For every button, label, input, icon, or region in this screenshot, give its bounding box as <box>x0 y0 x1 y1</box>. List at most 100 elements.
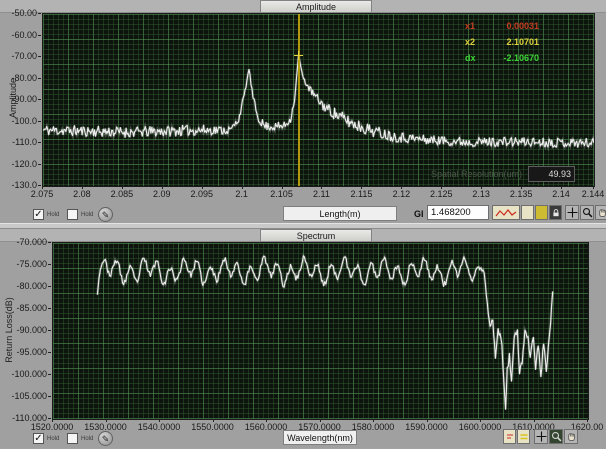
y-tick-mark <box>48 396 51 397</box>
y-tick-label: -60.00 <box>11 30 37 40</box>
x-tick-label: 2.095 <box>190 189 213 199</box>
y-tick-mark <box>48 286 51 287</box>
y-tick-label: -80.000 <box>16 281 47 291</box>
plot-visibility-checkbox[interactable] <box>67 209 78 220</box>
x-tick-label: 2.085 <box>111 189 134 199</box>
y-tick-mark <box>38 142 41 143</box>
cursor-legend: x1 0.00031 x2 2.10701 dx -2.10670 <box>465 18 539 66</box>
x-tick-label: 2.125 <box>430 189 453 199</box>
checkbox-label: Hold <box>47 436 59 442</box>
spectrum-graph-panel: Spectrum Return Loss(dB) -70.000-75.000-… <box>0 229 606 448</box>
y-tick-mark <box>48 330 51 331</box>
scale-legend-icon[interactable] <box>517 429 530 444</box>
plot-visibility-checkbox[interactable]: ✓ <box>33 433 44 444</box>
amplitude-plot-area[interactable]: x1 0.00031 x2 2.10701 dx -2.10670 Spatia… <box>42 13 595 187</box>
x-axis-label-length: Length(m) <box>283 206 397 221</box>
y-tick-label: -110.0 <box>12 137 37 147</box>
y-tick-label: -95.000 <box>16 347 47 357</box>
cursor-lock-icon[interactable] <box>549 205 562 220</box>
plot-legend-icon[interactable] <box>503 429 516 444</box>
x-tick-label: 2.105 <box>270 189 293 199</box>
cursor-x2-name: x2 <box>465 37 483 47</box>
x-tick-label: 2.075 <box>31 189 54 199</box>
y-tick-mark <box>48 418 51 419</box>
y-tick-label: -70.00 <box>11 51 37 61</box>
y-tick-mark <box>48 308 51 309</box>
cursor-legend-row-x2: x2 2.10701 <box>465 34 539 50</box>
cursor-x1-value: 0.00031 <box>483 21 539 31</box>
y-tick-label: -90.00 <box>11 94 37 104</box>
spatial-resolution-label: Spatial Resolution(um) <box>431 169 522 179</box>
x-tick-label: 2.144 <box>582 189 605 199</box>
crosshair-icon[interactable] <box>534 429 548 444</box>
cursor-line[interactable] <box>298 14 300 186</box>
amplitude-graph-panel: Amplitude Amplitude x1 0.00031 x2 2.1070… <box>0 0 606 223</box>
cursor-x1-name: x1 <box>465 21 483 31</box>
plot-visibility-checkbox[interactable] <box>67 433 78 444</box>
spectrum-plot-area[interactable] <box>52 242 589 420</box>
y-tick-mark <box>38 121 41 122</box>
spectrum-tabstrip: Spectrum <box>0 229 606 242</box>
cursor-legend-row-x1: x1 0.00031 <box>465 18 539 34</box>
checkbox-label: Hold <box>47 212 59 218</box>
pan-hand-icon[interactable] <box>595 205 606 220</box>
spatial-resolution-readout: Spatial Resolution(um) 49.93 <box>431 166 575 182</box>
cursor-dx-name: dx <box>465 53 483 63</box>
x-tick-label: 2.1 <box>235 189 248 199</box>
x-tick-label: 2.135 <box>510 189 533 199</box>
spectrum-trace <box>53 243 588 419</box>
y-tick-mark <box>48 242 51 243</box>
y-tick-label: -50.00 <box>11 8 37 18</box>
y-tick-mark <box>38 56 41 57</box>
graph-palette <box>503 429 579 444</box>
x-tick-label: 2.11 <box>313 189 330 199</box>
graph-title-amplitude: Amplitude <box>260 0 372 12</box>
graph-palette <box>492 205 606 220</box>
y-tick-mark <box>38 164 41 165</box>
gi-label: GI <box>414 209 424 219</box>
zoom-icon[interactable] <box>549 429 563 444</box>
x-axis-label-wavelength: Wavelength(nm) <box>283 430 357 445</box>
cursor-select-icon[interactable] <box>535 205 548 220</box>
y-tick-mark <box>48 374 51 375</box>
amplitude-tabstrip: Amplitude <box>0 0 606 13</box>
crosshair-icon[interactable] <box>565 205 579 220</box>
x-tick-label: 2.13 <box>472 189 490 199</box>
plot-legend-icon[interactable] <box>492 205 520 220</box>
y-tick-label: -120.0 <box>11 159 37 169</box>
scale-legend-icon[interactable] <box>521 205 534 220</box>
spectrum-controls-row: ✓ Hold Hold ✎ Wavelength(nm) <box>0 429 606 449</box>
graph-title-spectrum: Spectrum <box>260 229 372 241</box>
zoom-icon[interactable] <box>580 205 594 220</box>
checkbox-label: Hold <box>81 436 93 442</box>
amplitude-controls-row: ✓ Hold Hold ✎ Length(m) GI 1.468200 <box>0 205 606 225</box>
x-tick-label: 2.12 <box>393 189 411 199</box>
cursor-x2-value: 2.10701 <box>483 37 539 47</box>
y-tick-label: -100.000 <box>11 369 47 379</box>
y-tick-mark <box>38 185 41 186</box>
y-tick-mark <box>48 352 51 353</box>
pen-icon[interactable]: ✎ <box>98 207 113 222</box>
x-tick-label: 2.14 <box>552 189 570 199</box>
cursor-dx-value: -2.10670 <box>483 53 539 63</box>
y-tick-label: -70.000 <box>16 237 47 247</box>
y-tick-label: -90.000 <box>16 325 47 335</box>
gi-input[interactable]: 1.468200 <box>427 205 489 220</box>
y-tick-label: -105.000 <box>11 391 47 401</box>
y-tick-mark <box>38 78 41 79</box>
x-tick-label: 2.115 <box>350 189 372 199</box>
x-tick-label: 2.08 <box>73 189 91 199</box>
cursor-legend-row-dx: dx -2.10670 <box>465 50 539 66</box>
spatial-resolution-value: 49.93 <box>528 166 575 182</box>
y-tick-label: -75.000 <box>16 259 47 269</box>
pan-hand-icon[interactable] <box>564 429 578 444</box>
y-tick-mark <box>48 264 51 265</box>
y-tick-mark <box>38 99 41 100</box>
y-tick-mark <box>38 35 41 36</box>
cursor-marker-icon[interactable] <box>294 51 303 60</box>
pen-icon[interactable]: ✎ <box>98 431 113 446</box>
y-tick-label: -100.0 <box>11 116 37 126</box>
y-tick-mark <box>38 13 41 14</box>
plot-visibility-checkbox[interactable]: ✓ <box>33 209 44 220</box>
y-tick-label: -85.000 <box>16 303 47 313</box>
